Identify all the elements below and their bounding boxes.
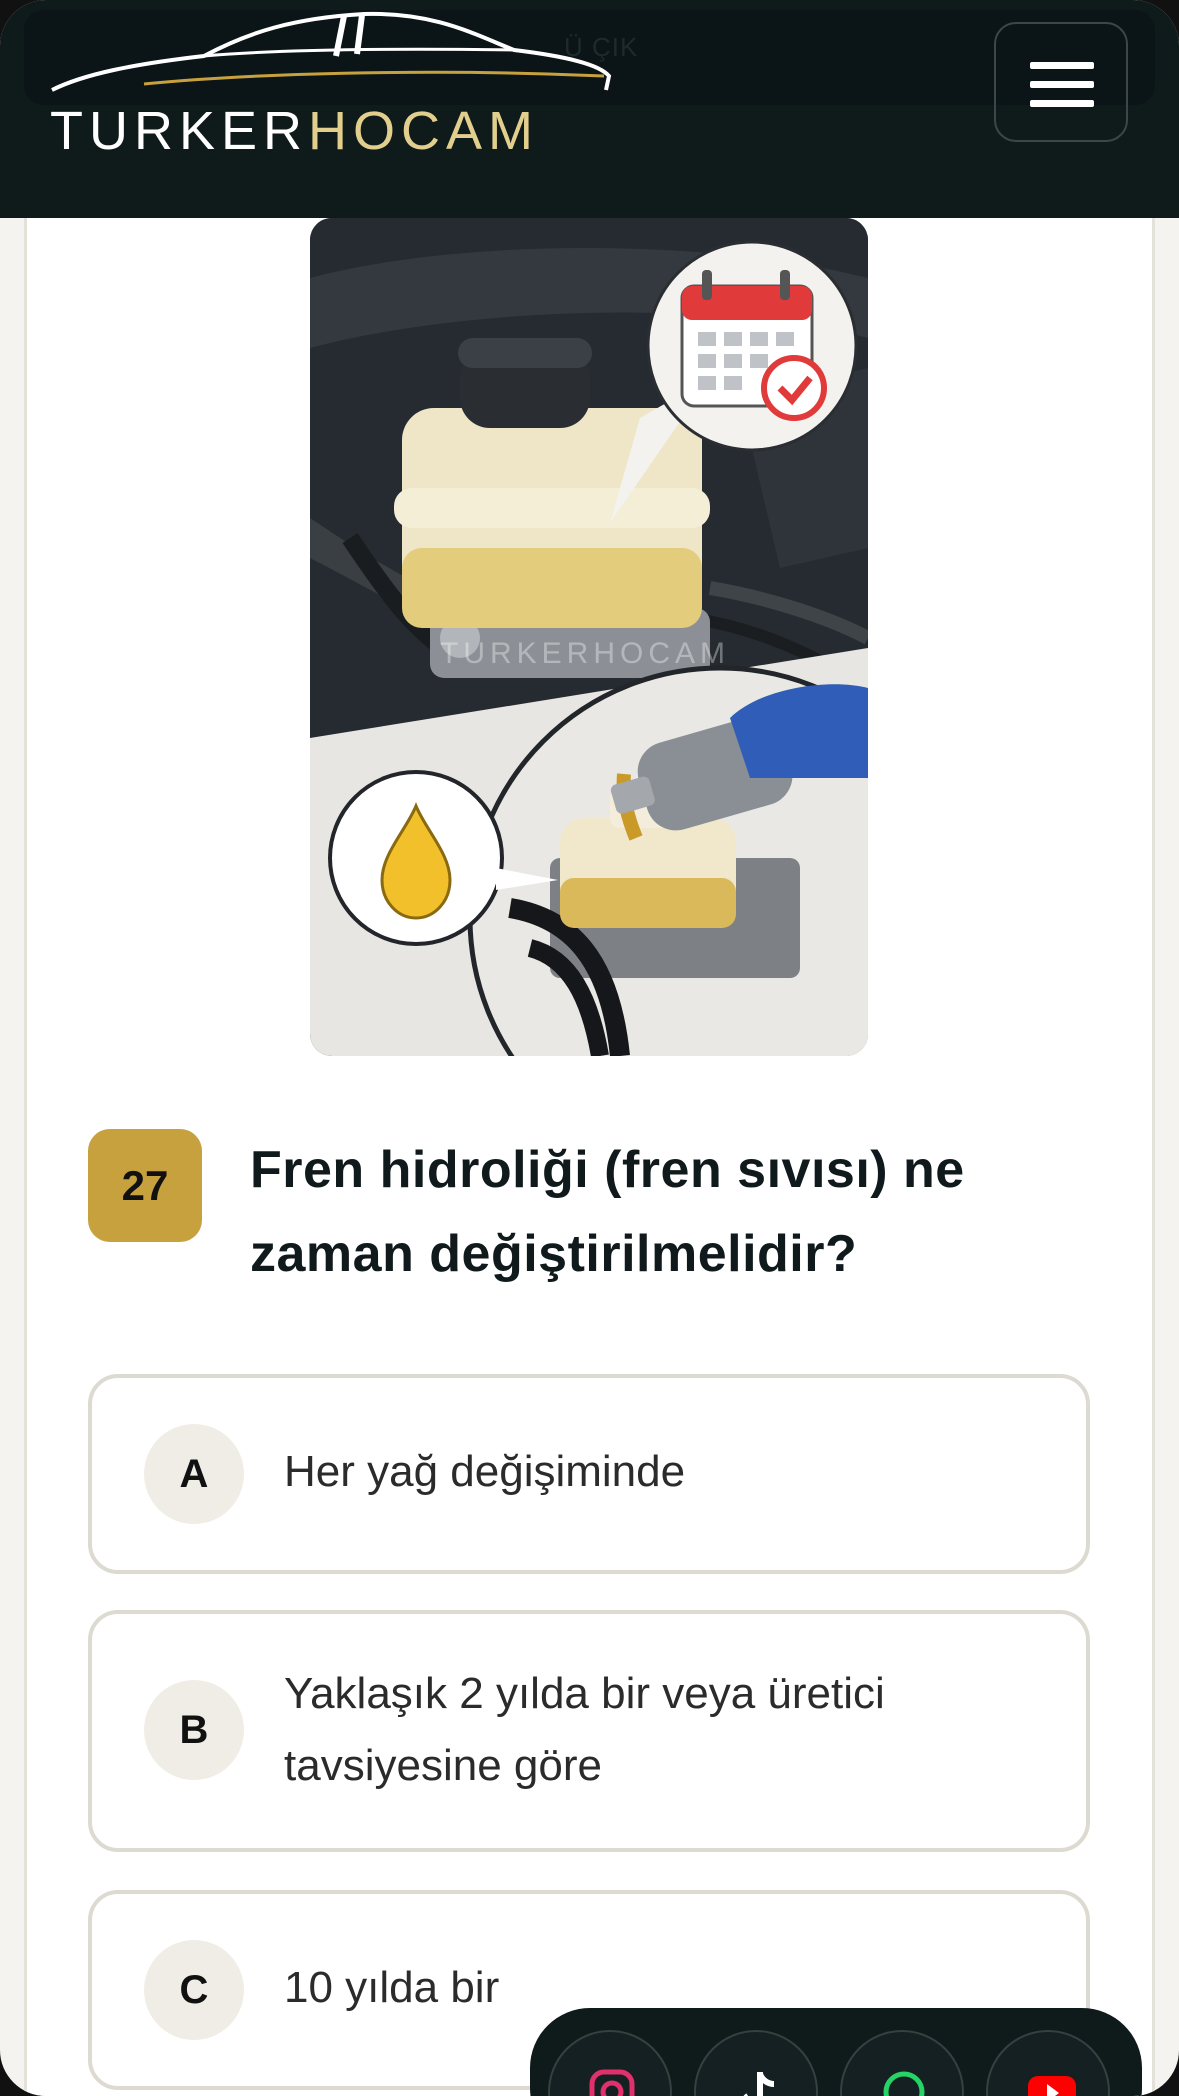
- question-text: Fren hidroliği (fren sıvısı) ne zaman de…: [250, 1141, 965, 1283]
- hamburger-line: [1030, 62, 1094, 69]
- social-links-bar: [530, 2008, 1142, 2096]
- instagram-icon: [589, 2069, 635, 2096]
- option-letter: C: [144, 1940, 244, 2040]
- logo-text-hocam: HOCAM: [308, 101, 540, 161]
- tiktok-icon: [743, 2072, 775, 2096]
- whatsapp-icon: [883, 2071, 925, 2096]
- hamburger-menu-button[interactable]: [994, 22, 1128, 142]
- option-letter: A: [144, 1424, 244, 1524]
- car-silhouette-icon: [51, 11, 612, 92]
- option-text: Her yağ değişiminde: [284, 1447, 686, 1496]
- answer-option-b[interactable]: B Yaklaşık 2 yılda bir veya üretici tavs…: [88, 1610, 1090, 1852]
- hamburger-line: [1030, 100, 1094, 107]
- logo-text-turker: TURKER: [50, 101, 309, 161]
- option-letter: B: [144, 1680, 244, 1780]
- brake-fluid-illustration: TURKERHOCAM: [310, 218, 868, 1056]
- page: Ü ÇIK TURKERHOCAM TURKERHOCAM 27 Fren hi…: [0, 0, 1179, 2096]
- answer-option-a[interactable]: A Her yağ değişiminde: [88, 1374, 1090, 1574]
- site-logo[interactable]: TURKERHOCAM: [44, 4, 624, 161]
- instagram-button[interactable]: [548, 2030, 672, 2096]
- hamburger-line: [1030, 81, 1094, 88]
- option-text: Yaklaşık 2 yılda bir veya üretici tavsiy…: [284, 1669, 885, 1790]
- logo-wordmark: TURKERHOCAM: [50, 100, 539, 162]
- question-number-badge: 27: [88, 1129, 202, 1242]
- tiktok-button[interactable]: [694, 2030, 818, 2096]
- youtube-icon: [1028, 2076, 1076, 2096]
- whatsapp-button[interactable]: [840, 2030, 964, 2096]
- youtube-button[interactable]: [986, 2030, 1110, 2096]
- watermark-text: TURKERHOCAM: [440, 637, 730, 670]
- site-header: Ü ÇIK TURKERHOCAM: [0, 0, 1179, 218]
